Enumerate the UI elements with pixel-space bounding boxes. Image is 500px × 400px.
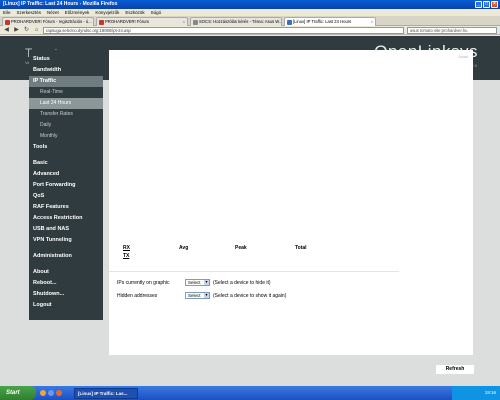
close-icon[interactable]: × <box>491 1 498 8</box>
chevron-down-icon: ▼ <box>204 293 209 298</box>
hidden-addresses-hint: (Select a device to show it again) <box>213 292 287 299</box>
sidebar-item-access-restriction[interactable]: Access Restriction <box>29 213 103 224</box>
chevron-down-icon: ▼ <box>204 280 209 285</box>
system-tray-clock: 19:16 <box>452 386 500 400</box>
quicklaunch-icon[interactable] <box>40 390 46 396</box>
reload-icon[interactable]: ↻ <box>23 27 30 34</box>
sidebar-item-last-24-hours[interactable]: Last 24 Hours <box>29 98 103 109</box>
ips-on-graphic-row: IPs currently on graphic Select ▼ (Selec… <box>117 276 391 289</box>
sidebar-item-status[interactable]: Status <box>29 54 103 65</box>
minimize-icon[interactable]: _ <box>475 1 482 8</box>
sidebar-menu: Status Bandwidth IP Traffic Real-Time La… <box>29 50 103 320</box>
menu-tools[interactable]: Eszközök <box>125 10 144 15</box>
maximize-icon[interactable]: □ <box>483 1 490 8</box>
sidebar-item-basic[interactable]: Basic <box>29 158 103 169</box>
sidebar-item-shutdown[interactable]: Shutdown... <box>29 289 103 300</box>
sidebar-item-real-time[interactable]: Real-Time <box>29 87 103 98</box>
quicklaunch-icon[interactable] <box>48 390 54 396</box>
back-arrow-icon[interactable]: ◀ <box>3 27 10 34</box>
rx-label[interactable]: RX <box>123 244 179 252</box>
tab-bar: PROHARDVER! Fórum - regisztrációs - ú...… <box>0 16 500 26</box>
sidebar-item-usb-nas[interactable]: USB and NAS <box>29 224 103 235</box>
total-header: Total <box>295 245 307 251</box>
sidebar-item-port-forwarding[interactable]: Port Forwarding <box>29 180 103 191</box>
menu-file[interactable]: Eile <box>3 10 11 15</box>
hidden-addresses-select[interactable]: Select ▼ <box>185 292 210 299</box>
sidebar-item-reboot[interactable]: Reboot... <box>29 278 103 289</box>
tab-label: [Linux] IP Traffic: Last 24 Hours <box>293 19 352 24</box>
navigation-bar: ◀ ▶ ↻ ⌂ rapsuga.selezno.dyndsc.org:18080… <box>0 26 500 35</box>
sidebar-item-vpn-tunneling[interactable]: VPN Tunneling <box>29 235 103 246</box>
sidebar-item-administration[interactable]: Administration <box>29 251 103 262</box>
hidden-addresses-row: Hidden addresses Select ▼ (Select a devi… <box>117 289 391 302</box>
address-bar[interactable]: rapsuga.selezno.dyndsc.org:18080/ipt-24.… <box>43 26 404 34</box>
peak-header: Peak <box>235 245 247 251</box>
refresh-button[interactable]: Refresh <box>435 364 475 375</box>
menu-history[interactable]: Előzmények <box>65 10 90 15</box>
graph-legend: RX Avg Peak Total TX <box>123 244 323 260</box>
window-title: [Linux] IP Traffic: Last 24 Hours - Mozi… <box>3 1 118 7</box>
avg-header: Avg <box>179 245 189 251</box>
sidebar-item-about[interactable]: About <box>29 267 103 278</box>
sidebar-item-logout[interactable]: Logout <box>29 300 103 311</box>
start-button[interactable]: Start <box>0 386 36 400</box>
tab-label: SOCS: Hozzászólás kérés - Téma: Asus W..… <box>199 19 282 24</box>
tab-label: PROHARDVER! Fórum - regisztrációs - ú... <box>11 19 92 24</box>
tab-close-icon[interactable]: × <box>93 18 94 26</box>
tx-row: TX <box>123 252 323 260</box>
sidebar-item-raf-features[interactable]: RAF Features <box>29 202 103 213</box>
sidebar-item-qos[interactable]: QoS <box>29 191 103 202</box>
menu-bar: Eile Szerkesztés Nézet Előzmények Könyvj… <box>0 9 500 16</box>
tab-prohardver-register[interactable]: PROHARDVER! Fórum - regisztrációs - ú...… <box>2 17 94 26</box>
tx-label[interactable]: TX <box>123 252 179 260</box>
ips-on-graphic-select[interactable]: Select ▼ <box>185 279 210 286</box>
menu-edit[interactable]: Szerkesztés <box>17 10 42 15</box>
menu-help[interactable]: Súgó <box>151 10 162 15</box>
forward-arrow-icon[interactable]: ▶ <box>13 27 20 34</box>
tab-socs[interactable]: SOCS: Hozzászólás kérés - Téma: Asus W..… <box>190 17 282 26</box>
sidebar-item-transfer-rates[interactable]: Transfer Rates <box>29 109 103 120</box>
ips-on-graphic-hint: (Select a device to hide it) <box>213 279 271 286</box>
windows-taskbar: Start [Linux] IP Traffic: Las... 19:16 <box>0 386 500 400</box>
taskbar-firefox-window[interactable]: [Linux] IP Traffic: Las... <box>74 387 138 399</box>
home-icon[interactable]: ⌂ <box>33 27 40 34</box>
quick-launch <box>40 390 62 396</box>
tab-prohardver-forum[interactable]: PROHARDVER! Fórum × <box>96 17 188 26</box>
sidebar-item-daily[interactable]: Daily <box>29 120 103 131</box>
sidebar-item-tools[interactable]: Tools <box>29 142 103 153</box>
sidebar-item-monthly[interactable]: Monthly <box>29 131 103 142</box>
menu-view[interactable]: Nézet <box>47 10 59 15</box>
window-titlebar: [Linux] IP Traffic: Last 24 Hours - Mozi… <box>0 0 500 9</box>
search-input[interactable]: asus tomato site:prohardver.hu <box>407 26 497 34</box>
favicon-icon <box>193 19 198 25</box>
tab-label: PROHARDVER! Fórum <box>105 19 149 24</box>
favicon-icon <box>287 19 292 25</box>
favicon-icon <box>5 19 10 25</box>
sidebar-item-ip-traffic[interactable]: IP Traffic <box>29 76 103 87</box>
linux-tag: Linux <box>458 54 468 59</box>
favicon-icon <box>99 19 104 25</box>
graph-options: IPs currently on graphic Select ▼ (Selec… <box>109 271 399 305</box>
main-content: Linux RX Avg Peak Total TX IPs currently… <box>109 50 473 355</box>
tab-ip-traffic[interactable]: [Linux] IP Traffic: Last 24 Hours × <box>284 17 376 26</box>
tab-close-icon[interactable]: × <box>183 18 185 26</box>
sidebar-item-bandwidth[interactable]: Bandwidth <box>29 65 103 76</box>
hidden-addresses-label: Hidden addresses <box>117 292 158 299</box>
sidebar-item-advanced[interactable]: Advanced <box>29 169 103 180</box>
quicklaunch-icon[interactable] <box>56 390 62 396</box>
tab-close-icon[interactable]: × <box>371 18 373 26</box>
rx-row: RX Avg Peak Total <box>123 244 323 252</box>
menu-bookmarks[interactable]: Könyvjelzők <box>95 10 119 15</box>
ips-on-graphic-label: IPs currently on graphic <box>117 279 170 286</box>
